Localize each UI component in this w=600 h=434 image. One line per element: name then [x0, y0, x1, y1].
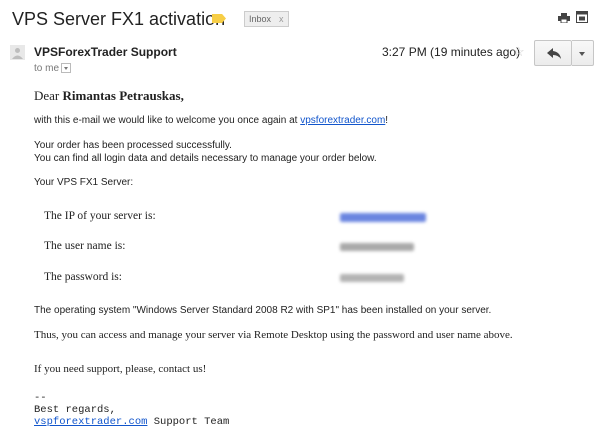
- new-window-icon[interactable]: [576, 11, 588, 23]
- support-line: If you need support, please, contact us!: [34, 363, 207, 375]
- inbox-label-text: Inbox: [249, 14, 272, 24]
- star-icon[interactable]: ☆: [513, 44, 525, 60]
- signature-regards: Best regards,: [34, 404, 116, 416]
- server-heading: Your VPS FX1 Server:: [34, 177, 134, 188]
- signature-team-line: vspforextrader.com Support Team: [34, 416, 229, 428]
- message-time: 3:27 PM (19 minutes ago): [382, 45, 521, 59]
- welcome-line: with this e-mail we would like to welcom…: [34, 115, 388, 126]
- ip-label: The IP of your server is:: [44, 210, 156, 222]
- recipient-details[interactable]: to me: [34, 63, 72, 74]
- os-line: The operating system "Windows Server Sta…: [34, 305, 492, 316]
- to-me-label: to me: [34, 63, 60, 74]
- reply-button[interactable]: [534, 40, 572, 66]
- email-subject: VPS Server FX1 activation: [12, 9, 226, 29]
- signature-dash: --: [34, 392, 47, 404]
- greeting-prefix: Dear: [34, 88, 60, 103]
- more-options-button[interactable]: [572, 40, 594, 66]
- sender-name[interactable]: VPSForexTrader Support: [34, 45, 177, 59]
- greeting: Dear Rimantas Petrauskas,: [34, 88, 184, 104]
- inbox-label-chip[interactable]: Inbox x: [244, 11, 289, 27]
- access-line: Thus, you can access and manage your ser…: [34, 329, 513, 341]
- welcome-link[interactable]: vpsforextrader.com: [300, 115, 385, 126]
- chevron-down-icon[interactable]: [61, 63, 72, 74]
- order-line-2: You can find all login data and details …: [34, 153, 377, 164]
- remove-label-icon[interactable]: x: [279, 14, 284, 24]
- signature-link[interactable]: vspforextrader.com: [34, 416, 147, 428]
- subject-bar: VPS Server FX1 activation Inbox x: [0, 0, 600, 36]
- user-label: The user name is:: [44, 240, 126, 252]
- user-value-redacted: [340, 243, 414, 251]
- order-line-1: Your order has been processed successful…: [34, 140, 232, 151]
- signature-team: Support Team: [147, 416, 230, 428]
- avatar-icon: [10, 45, 25, 60]
- recipient-name: Rimantas Petrauskas,: [62, 88, 184, 103]
- print-icon[interactable]: [558, 13, 570, 23]
- welcome-text: with this e-mail we would like to welcom…: [34, 115, 298, 126]
- password-value-redacted: [340, 274, 404, 282]
- password-label: The password is:: [44, 271, 122, 283]
- ip-value-redacted: [340, 213, 426, 222]
- reply-icon: [547, 48, 561, 59]
- welcome-suffix: !: [385, 115, 389, 126]
